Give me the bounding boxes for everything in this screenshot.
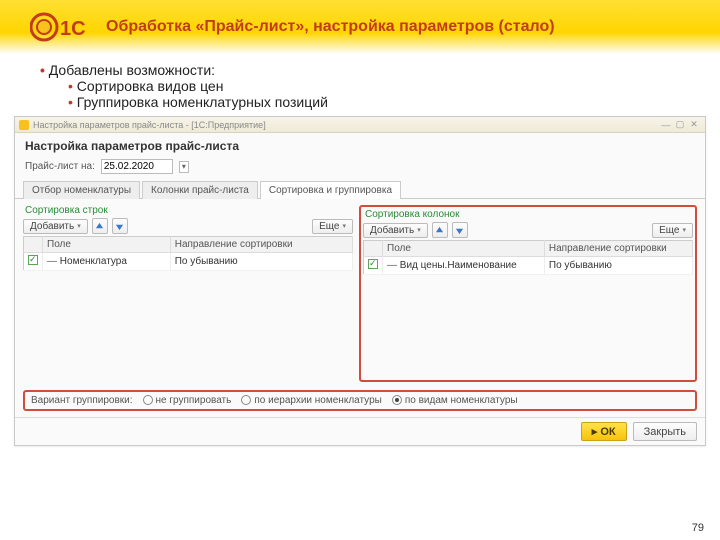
close-window-button[interactable]: ✕ (687, 119, 701, 130)
col-direction: Направление сортировки (544, 241, 692, 257)
date-picker-button[interactable]: ▾ (179, 161, 189, 173)
grouping-bar: Вариант группировки: не группировать по … (23, 390, 697, 411)
move-up-rows[interactable] (92, 218, 108, 234)
col-field: Поле (383, 241, 545, 257)
radio-by-hierarchy[interactable]: по иерархии номенклатуры (241, 395, 381, 406)
page-heading: Настройка параметров прайс-листа (15, 133, 705, 157)
pane-title-rows: Сортировка строк (23, 205, 353, 218)
logo-1c: 1C (30, 9, 86, 45)
more-button-rows[interactable]: Еще▾ (312, 219, 353, 234)
window-title: Настройка параметров прайс-листа - [1С:П… (33, 120, 266, 130)
svg-text:1C: 1C (60, 18, 86, 40)
add-button-cols[interactable]: Добавить▾ (363, 223, 428, 238)
tab-selection[interactable]: Отбор номенклатуры (23, 181, 140, 199)
pane-sort-columns: Сортировка колонок Добавить▾ Еще▾ ПолеНа… (359, 205, 697, 382)
col-field: Поле (43, 237, 171, 253)
move-down-rows[interactable] (112, 218, 128, 234)
table-row[interactable]: — Вид цены.Наименование По убыванию (364, 257, 693, 275)
pane-title-cols: Сортировка колонок (363, 209, 693, 222)
app-window: Настройка параметров прайс-листа - [1С:П… (14, 116, 706, 446)
date-label: Прайс-лист на: (25, 161, 95, 172)
table-row[interactable]: — Номенклатура По убыванию (24, 253, 353, 271)
slide-title: Обработка «Прайс-лист», настройка параме… (106, 17, 555, 36)
tab-columns[interactable]: Колонки прайс-листа (142, 181, 258, 199)
maximize-button[interactable]: ▢ (673, 119, 687, 130)
app-icon (19, 120, 29, 130)
tab-sort-group[interactable]: Сортировка и группировка (260, 181, 401, 199)
radio-no-group[interactable]: не группировать (143, 395, 232, 406)
sort-rows-table: ПолеНаправление сортировки — Номенклатур… (23, 236, 353, 271)
radio-by-types[interactable]: по видам номенклатуры (392, 395, 518, 406)
close-button[interactable]: Закрыть (633, 422, 697, 441)
grouping-label: Вариант группировки: (31, 395, 133, 406)
col-direction: Направление сортировки (170, 237, 352, 253)
move-down-cols[interactable] (452, 222, 468, 238)
row-checkbox[interactable] (28, 255, 38, 265)
date-input[interactable] (101, 159, 173, 174)
row-checkbox[interactable] (368, 259, 378, 269)
slide-bullets: Добавлены возможности: Сортировка видов … (0, 54, 720, 116)
more-button-cols[interactable]: Еще▾ (652, 223, 693, 238)
page-number: 79 (692, 522, 704, 534)
ok-button[interactable]: ▸ ОК (581, 422, 627, 441)
minimize-button[interactable]: — (659, 120, 673, 130)
move-up-cols[interactable] (432, 222, 448, 238)
pane-sort-rows: Сортировка строк Добавить▾ Еще▾ ПолеНапр… (23, 205, 353, 382)
sort-cols-table: ПолеНаправление сортировки — Вид цены.На… (363, 240, 693, 275)
window-titlebar: Настройка параметров прайс-листа - [1С:П… (15, 117, 705, 133)
add-button-rows[interactable]: Добавить▾ (23, 219, 88, 234)
